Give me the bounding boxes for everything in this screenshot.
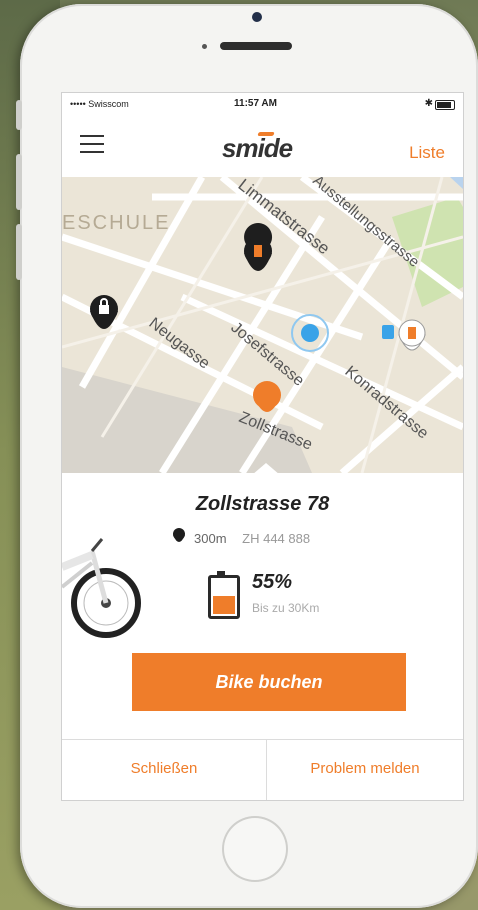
app-logo: smide xyxy=(222,133,293,163)
bike-distance: 300m xyxy=(194,531,227,546)
close-button[interactable]: Schließen xyxy=(62,740,267,800)
carrier-label: ••••• Swisscom xyxy=(70,99,129,109)
bike-plate: ZH 444 888 xyxy=(242,531,311,546)
battery-status-icon xyxy=(435,100,455,110)
action-bar: Schließen Problem melden xyxy=(62,739,463,800)
battery-fill xyxy=(213,596,235,614)
volume-up-button xyxy=(16,154,22,210)
battery-range: Bis zu 30Km xyxy=(252,601,320,615)
location-pin-icon xyxy=(173,528,185,542)
area-label: ESCHULE xyxy=(62,212,170,234)
earpiece-speaker xyxy=(220,42,292,50)
menu-icon[interactable] xyxy=(80,135,104,155)
battery-icon xyxy=(208,571,240,619)
map-canvas: ESCHULE Limmatstrasse Ausstellungsstrass… xyxy=(62,177,463,473)
home-button[interactable] xyxy=(222,816,288,882)
list-view-link[interactable]: Liste xyxy=(409,143,445,163)
bike-detail-card: Zollstrasse 78 300m ZH 444 888 55% Bis z… xyxy=(62,463,463,800)
ebike-illustration xyxy=(62,538,141,638)
app-screen: ••••• Swisscom 11:57 AM ✱ smide Liste ES… xyxy=(61,92,464,801)
map-view[interactable]: ESCHULE Limmatstrasse Ausstellungsstrass… xyxy=(62,177,463,473)
book-bike-button[interactable]: Bike buchen xyxy=(132,653,406,711)
clock: 11:57 AM xyxy=(234,98,277,109)
status-bar: ••••• Swisscom 11:57 AM ✱ xyxy=(62,93,463,115)
proximity-sensor xyxy=(202,44,207,49)
report-problem-button[interactable]: Problem melden xyxy=(267,740,463,800)
mute-switch xyxy=(16,100,22,130)
bike-meta: 300m ZH 444 888 xyxy=(194,531,310,546)
nav-bar: smide Liste xyxy=(62,115,463,177)
bluetooth-icon: ✱ xyxy=(424,98,433,109)
front-camera xyxy=(252,12,262,22)
logo-accent xyxy=(257,132,275,136)
battery-percent: 55% xyxy=(252,571,293,593)
volume-down-button xyxy=(16,224,22,280)
card-pointer xyxy=(252,463,280,475)
bike-address: Zollstrasse 78 xyxy=(195,493,330,515)
parking-icon xyxy=(382,325,394,339)
